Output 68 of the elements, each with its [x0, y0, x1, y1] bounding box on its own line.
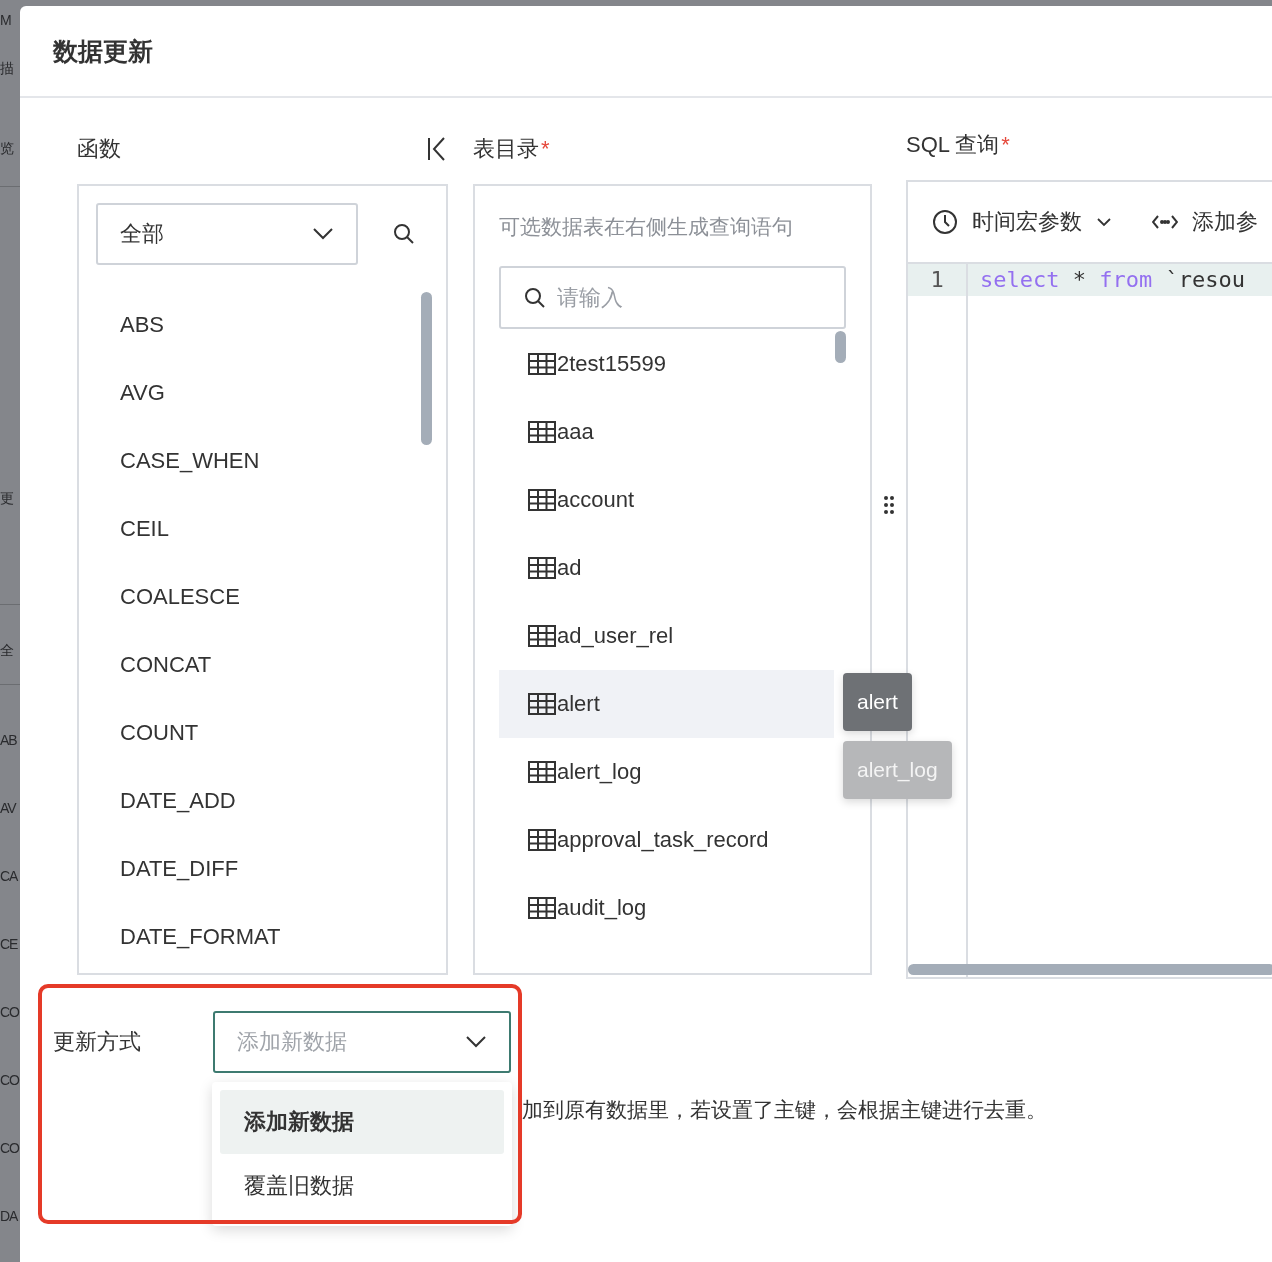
background-text: AV — [0, 800, 16, 816]
background-text: CO — [0, 1004, 19, 1020]
background-text: DA — [0, 1208, 18, 1224]
table-item[interactable]: aaa — [499, 398, 834, 466]
scrollbar[interactable] — [835, 331, 846, 363]
tooltip: alert — [843, 673, 912, 731]
table-item[interactable]: account — [499, 466, 834, 534]
search-icon[interactable] — [392, 222, 416, 246]
chevron-down-icon — [465, 1035, 487, 1049]
table-item[interactable]: approval_task_record — [499, 806, 834, 874]
dialog-title: 数据更新 — [53, 35, 153, 67]
background-text: 描 — [0, 60, 13, 78]
toolbar-button[interactable]: 添加参 — [1192, 207, 1258, 237]
code-icon — [1152, 214, 1178, 230]
tooltip: alert_log — [843, 741, 952, 799]
section-label: SQL 查询 — [906, 131, 1000, 159]
table-icon — [528, 557, 556, 579]
section-label: 表目录 — [473, 135, 539, 163]
table-item[interactable]: 2test15599 — [499, 330, 834, 398]
function-item[interactable]: DATE_DIFF — [96, 835, 446, 903]
line-number: 1 — [908, 264, 966, 296]
drag-handle-icon[interactable] — [883, 495, 895, 515]
table-icon — [528, 693, 556, 715]
scrollbar[interactable] — [908, 964, 1272, 975]
function-item[interactable]: COALESCE — [96, 563, 446, 631]
function-item[interactable]: ABS — [96, 291, 446, 359]
background-text: M — [0, 12, 11, 28]
table-icon — [528, 897, 556, 919]
chevron-down-icon — [1096, 217, 1112, 227]
description-text: 加到原有数据里，若设置了主键，会根据主键进行去重。 — [522, 1097, 1048, 1123]
scrollbar[interactable] — [421, 292, 432, 445]
table-icon — [528, 421, 556, 443]
clock-icon — [932, 209, 958, 235]
background-text: CO — [0, 1140, 19, 1156]
background-text: 全 — [0, 642, 13, 660]
hint-text: 可选数据表在右侧生成查询语句 — [499, 214, 794, 240]
background-text: CE — [0, 936, 18, 952]
field-label: 更新方式 — [53, 1028, 142, 1056]
table-item[interactable]: audit_log — [499, 874, 834, 942]
table-icon — [528, 761, 556, 783]
table-item[interactable]: ad_user_rel — [499, 602, 834, 670]
function-item[interactable]: CASE_WHEN — [96, 427, 446, 495]
background-text: 览 — [0, 140, 13, 158]
function-item[interactable]: AVG — [96, 359, 446, 427]
function-item[interactable]: COUNT — [96, 699, 446, 767]
toolbar-button[interactable]: 时间宏参数 — [972, 207, 1082, 237]
required-mark: * — [1001, 132, 1010, 158]
category-select[interactable]: 全部 — [96, 203, 358, 265]
function-item[interactable]: CEIL — [96, 495, 446, 563]
table-icon — [528, 489, 556, 511]
required-mark: * — [541, 136, 550, 162]
chevron-down-icon — [312, 227, 334, 241]
background-text: AB — [0, 732, 17, 748]
table-icon — [528, 625, 556, 647]
function-item[interactable]: DATE_FORMAT — [96, 903, 446, 971]
dropdown-option[interactable]: 添加新数据 — [220, 1090, 504, 1154]
section-label: 函数 — [77, 135, 121, 163]
collapse-icon[interactable] — [426, 136, 448, 162]
function-item[interactable]: CONCAT — [96, 631, 446, 699]
table-item[interactable]: ad — [499, 534, 834, 602]
dropdown-option[interactable]: 覆盖旧数据 — [220, 1154, 504, 1218]
background-text: CA — [0, 868, 18, 884]
table-icon — [528, 353, 556, 375]
background-text: 更 — [0, 490, 13, 508]
table-icon — [528, 829, 556, 851]
function-item[interactable]: DATE_ADD — [96, 767, 446, 835]
search-icon — [523, 285, 547, 310]
background-text: CO — [0, 1072, 19, 1088]
